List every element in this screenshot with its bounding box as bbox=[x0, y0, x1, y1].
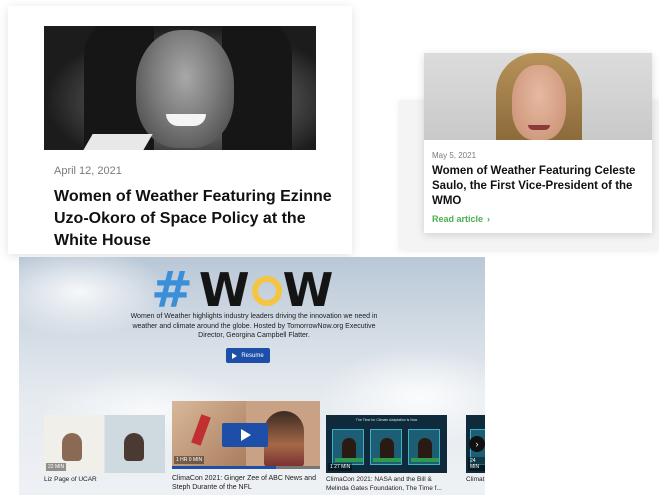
hashtag-icon: # bbox=[151, 261, 193, 319]
video-caption[interactable]: Liz Page of UCAR bbox=[44, 476, 97, 485]
video-caption[interactable]: ClimaCon 2021: Ginger Zee of ABC News an… bbox=[172, 474, 322, 492]
article-title[interactable]: Women of Weather Featuring Celeste Saulo… bbox=[432, 164, 646, 209]
photo-face bbox=[136, 30, 234, 148]
video-duration: 24 MIN bbox=[468, 457, 485, 471]
chevron-right-icon: › bbox=[475, 439, 479, 449]
wow-video-panel: # WW Women of Weather highlights industr… bbox=[19, 257, 485, 495]
read-article-link[interactable]: Read article › bbox=[432, 214, 490, 224]
resume-button[interactable]: Resume bbox=[226, 348, 270, 363]
photo-smile bbox=[166, 114, 206, 126]
article-date: May 5, 2021 bbox=[432, 151, 477, 160]
watch-progress-fill bbox=[172, 466, 276, 469]
video-duration: 1 27 MIN bbox=[328, 463, 353, 471]
video-thumbnail[interactable]: 1 HR 0 MIN bbox=[172, 401, 320, 469]
watch-progress-bar bbox=[172, 466, 320, 469]
video-thumbnail[interactable]: The Time for Climate Adaptation is Now 1… bbox=[326, 415, 447, 473]
article-date: April 12, 2021 bbox=[54, 165, 122, 177]
article-card-celeste[interactable]: May 5, 2021 Women of Weather Featuring C… bbox=[424, 53, 652, 233]
read-article-label: Read article bbox=[432, 214, 484, 224]
participant-tile bbox=[332, 429, 364, 465]
logo-wordmark: WW bbox=[198, 263, 335, 317]
article-card-ezinne[interactable]: April 12, 2021 Women of Weather Featurin… bbox=[8, 6, 352, 254]
logo-o-ring bbox=[251, 275, 282, 306]
resume-label: Resume bbox=[241, 352, 264, 359]
video-thumbnail[interactable]: 22 MIN bbox=[44, 415, 165, 473]
video-caption[interactable]: ClimaCon 2021: NASA and the Bill & Melin… bbox=[326, 476, 452, 493]
video-duration: 22 MIN bbox=[46, 463, 67, 471]
thumbnail-person bbox=[124, 433, 144, 461]
thumbnail-header-text: The Time for Climate Adaptation is Now bbox=[355, 418, 418, 422]
chevron-right-icon: › bbox=[487, 214, 491, 224]
panel-description: Women of Weather highlights industry lea… bbox=[130, 313, 378, 339]
video-caption[interactable]: Climat Creati bbox=[466, 476, 485, 485]
wow-logo: # WW bbox=[151, 263, 334, 317]
article-title[interactable]: Women of Weather Featuring Ezinne Uzo-Ok… bbox=[54, 186, 350, 252]
play-icon[interactable] bbox=[222, 423, 268, 447]
article-photo bbox=[424, 53, 652, 140]
thumbnail-person bbox=[62, 433, 82, 461]
participant-tile bbox=[408, 429, 440, 465]
participant-tile bbox=[370, 429, 402, 465]
photo-mouth bbox=[528, 125, 550, 130]
play-icon bbox=[232, 352, 238, 359]
carousel-next-button[interactable]: › bbox=[469, 436, 485, 452]
thumbnail-person bbox=[264, 411, 304, 467]
video-duration: 1 HR 0 MIN bbox=[174, 456, 205, 464]
article-photo bbox=[44, 26, 316, 150]
